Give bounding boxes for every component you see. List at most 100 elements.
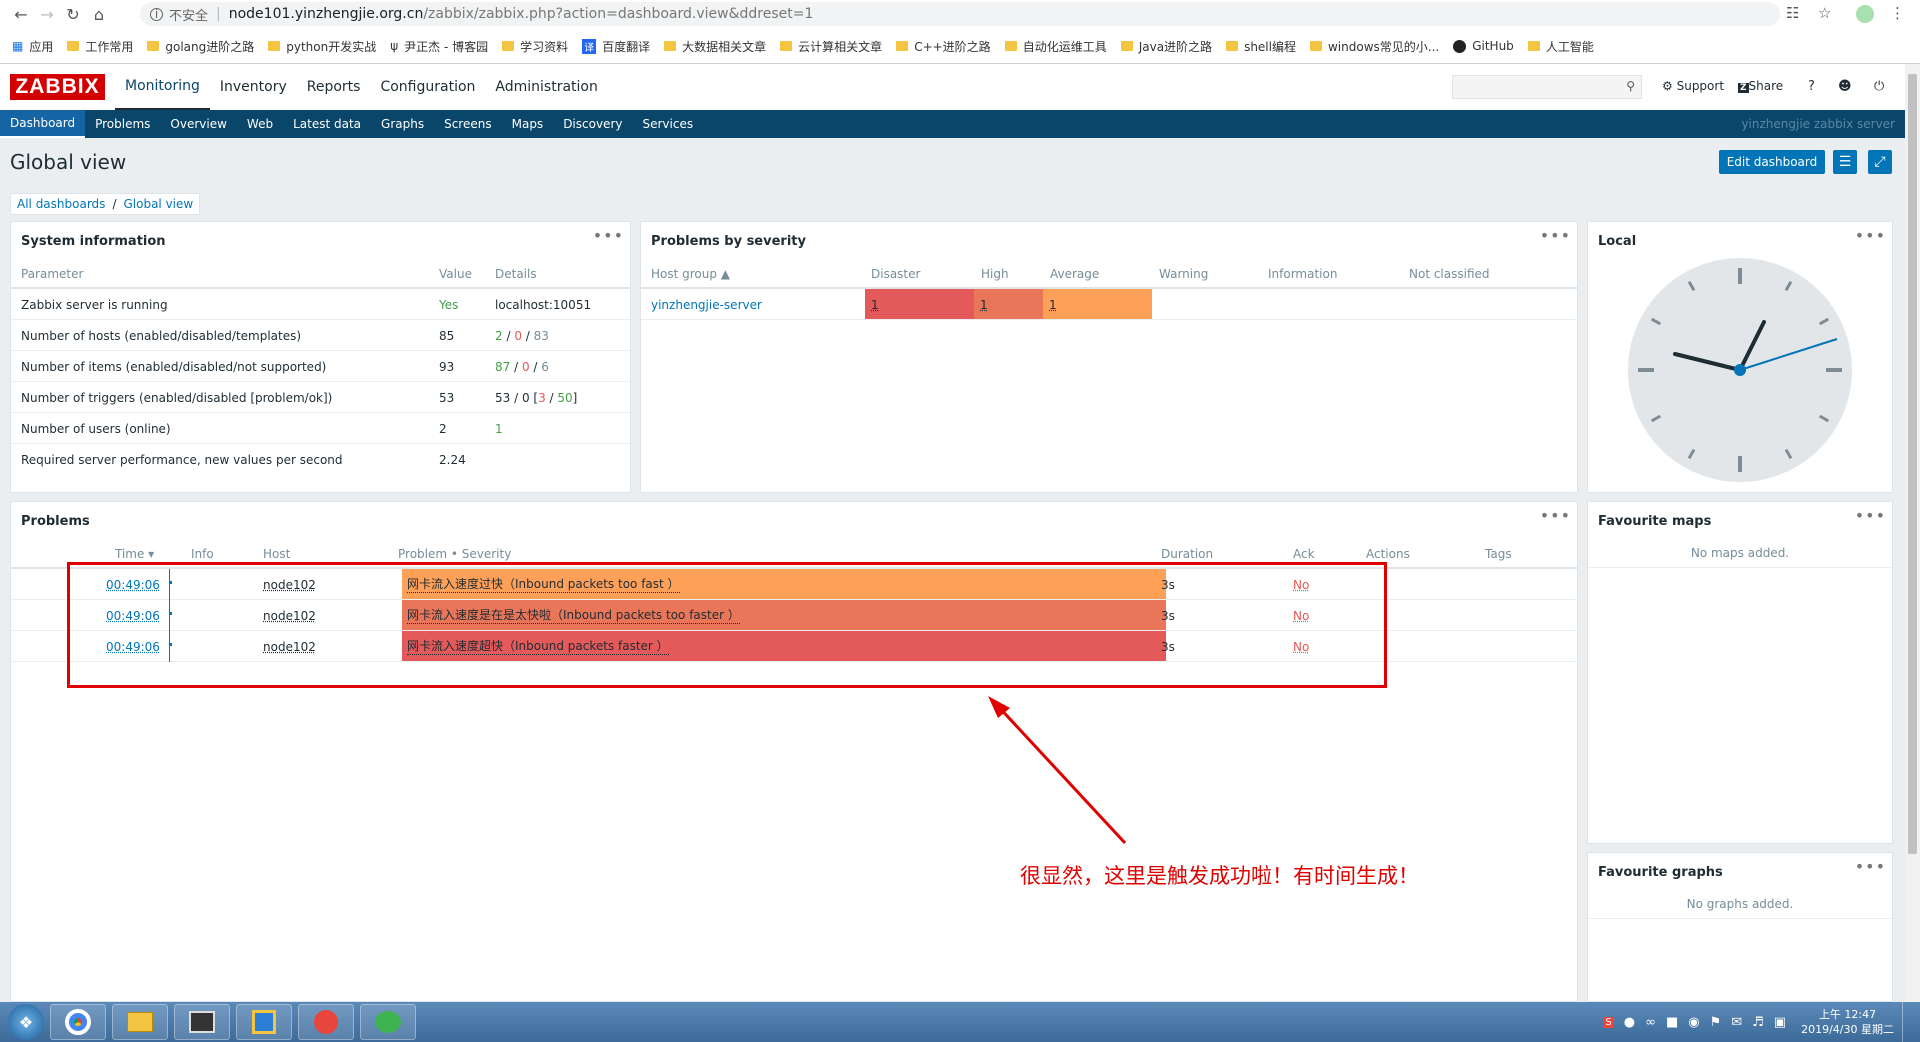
tray-app-icon[interactable]: ✉	[1731, 1015, 1742, 1030]
tab-latest-data[interactable]: Latest data	[283, 110, 371, 138]
col-host-group[interactable]: Host group ▲	[651, 267, 730, 281]
taskbar-terminal-icon[interactable]	[174, 1004, 230, 1040]
disaster-cell[interactable]: 1	[865, 289, 974, 319]
bookmark-folder[interactable]: windows常见的小...	[1309, 38, 1439, 55]
security-icon[interactable]: ■	[1666, 1015, 1678, 1030]
show-desktop-button[interactable]	[1902, 1002, 1914, 1042]
taskbar-wechat-icon[interactable]	[360, 1004, 416, 1040]
scrollbar-thumb[interactable]	[1908, 74, 1917, 854]
menu-administration[interactable]: Administration	[485, 64, 607, 110]
problem-name[interactable]: 网卡流入速度超快（Inbound packets faster ）	[407, 637, 669, 655]
url-input[interactable]: i 不安全 | node101.yinzhengjie.org.cn /zabb…	[140, 2, 1780, 26]
bookmark-folder[interactable]: Java进阶之路	[1120, 38, 1212, 55]
bookmark-apps[interactable]: ▦ 应用	[12, 38, 53, 55]
logout-icon[interactable]: ⏻	[1874, 79, 1884, 94]
menu-configuration[interactable]: Configuration	[370, 64, 485, 110]
bookmark-folder[interactable]: golang进阶之路	[147, 38, 254, 55]
wechat-tray-icon[interactable]: ●	[1624, 1015, 1635, 1030]
average-count[interactable]: 1	[1049, 298, 1057, 312]
info-icon[interactable]: i	[150, 7, 163, 21]
input-method-icon[interactable]: S	[1603, 1016, 1614, 1028]
network-icon[interactable]: ▣	[1774, 1015, 1786, 1030]
problem-name[interactable]: 网卡流入速度是在是太快啦（Inbound packets too faster …	[407, 606, 740, 624]
widget-options-icon[interactable]: •••	[593, 226, 624, 245]
profile-avatar-icon[interactable]	[1856, 5, 1874, 23]
tab-dashboard[interactable]: Dashboard	[0, 110, 86, 138]
tab-problems[interactable]: Problems	[85, 110, 160, 138]
menu-reports[interactable]: Reports	[297, 64, 371, 110]
problem-time[interactable]: 00:49:06	[106, 640, 160, 654]
disaster-count[interactable]: 1	[871, 298, 879, 312]
widget-options-icon[interactable]: •••	[1855, 857, 1886, 876]
taskbar-vm-icon[interactable]	[236, 1004, 292, 1040]
bookmark-folder[interactable]: C++进阶之路	[896, 38, 991, 55]
average-cell[interactable]: 1	[1043, 289, 1152, 319]
bookmark-folder[interactable]: 人工智能	[1527, 38, 1594, 55]
problem-host[interactable]: node102	[263, 609, 316, 623]
tab-screens[interactable]: Screens	[434, 110, 502, 138]
menu-inventory[interactable]: Inventory	[210, 64, 297, 110]
tab-maps[interactable]: Maps	[502, 110, 554, 138]
browser-menu-icon[interactable]: ⋮	[1890, 4, 1905, 22]
page-scrollbar[interactable]	[1905, 64, 1920, 1002]
problem-time[interactable]: 00:49:06	[106, 609, 160, 623]
home-icon[interactable]: ⌂	[86, 1, 112, 27]
breadcrumb-current[interactable]: Global view	[123, 197, 193, 211]
dashboard-actions-menu-icon[interactable]: ☰	[1833, 150, 1857, 174]
volume-icon[interactable]: ♬	[1752, 1015, 1764, 1030]
tab-discovery[interactable]: Discovery	[553, 110, 632, 138]
start-button-icon[interactable]: ❖	[8, 1004, 44, 1040]
help-icon[interactable]: ?	[1808, 79, 1815, 94]
widget-options-icon[interactable]: •••	[1540, 506, 1571, 525]
reload-icon[interactable]: ↻	[60, 1, 86, 27]
search-input[interactable]: ⚲	[1452, 75, 1642, 99]
high-cell[interactable]: 1	[974, 289, 1043, 319]
app-tray-icon[interactable]: ◉	[1688, 1015, 1699, 1030]
problem-name[interactable]: 网卡流入速度过快（Inbound packets too fast ）	[407, 575, 680, 593]
taskbar-swift-icon[interactable]	[298, 1004, 354, 1040]
fullscreen-icon[interactable]: ⤢	[1868, 150, 1892, 174]
bookmark-folder[interactable]: 工作常用	[67, 38, 133, 55]
widget-options-icon[interactable]: •••	[1855, 506, 1886, 525]
bookmark-star-icon[interactable]: ☆	[1818, 4, 1831, 22]
col-time[interactable]: Time ▾	[115, 547, 154, 561]
flag-icon[interactable]: ⚑	[1710, 1015, 1722, 1030]
back-icon[interactable]: ←	[8, 1, 34, 27]
tab-services[interactable]: Services	[632, 110, 703, 138]
search-icon[interactable]: ⚲	[1626, 79, 1635, 93]
bookmark-baidu-translate[interactable]: 译百度翻译	[582, 38, 650, 55]
support-link[interactable]: ⚙ Support	[1662, 79, 1724, 93]
high-count[interactable]: 1	[980, 298, 988, 312]
bookmark-github[interactable]: GitHub	[1453, 39, 1514, 53]
bookmark-folder[interactable]: 学习资料	[502, 38, 568, 55]
tab-graphs[interactable]: Graphs	[371, 110, 434, 138]
breadcrumb-all-dashboards[interactable]: All dashboards	[17, 197, 105, 211]
user-profile-icon[interactable]: ☻	[1838, 79, 1852, 94]
edit-dashboard-button[interactable]: Edit dashboard	[1719, 150, 1825, 174]
problem-ack[interactable]: No	[1293, 609, 1309, 623]
bookmark-folder[interactable]: 大数据相关文章	[664, 38, 766, 55]
problem-ack[interactable]: No	[1293, 640, 1309, 654]
widget-options-icon[interactable]: •••	[1855, 226, 1886, 245]
host-group-link[interactable]: yinzhengjie-server	[651, 298, 762, 312]
bookmark-folder[interactable]: shell编程	[1226, 38, 1296, 55]
bookmark-blog[interactable]: ψ 尹正杰 - 博客园	[390, 38, 488, 55]
taskbar-clock[interactable]: 上午 12:47 2019/4/30 星期二	[1801, 1007, 1894, 1037]
problem-severity-cell[interactable]: 网卡流入速度过快（Inbound packets too fast ）	[402, 569, 1166, 599]
menu-monitoring[interactable]: Monitoring	[115, 64, 210, 110]
network-sync-icon[interactable]: ∞	[1645, 1015, 1656, 1030]
zabbix-logo[interactable]: ZABBIX	[10, 74, 105, 100]
bookmark-folder[interactable]: python开发实战	[268, 38, 376, 55]
taskbar-chrome-icon[interactable]	[50, 1004, 106, 1040]
problem-time[interactable]: 00:49:06	[106, 578, 160, 592]
tab-overview[interactable]: Overview	[160, 110, 237, 138]
share-link[interactable]: Z Share	[1738, 79, 1783, 93]
problem-host[interactable]: node102	[263, 640, 316, 654]
forward-icon[interactable]: →	[34, 1, 60, 27]
translate-icon[interactable]: ☷	[1786, 4, 1799, 22]
problem-host[interactable]: node102	[263, 578, 316, 592]
bookmark-folder[interactable]: 自动化运维工具	[1004, 38, 1107, 55]
problem-severity-cell[interactable]: 网卡流入速度是在是太快啦（Inbound packets too faster …	[402, 600, 1166, 630]
problem-ack[interactable]: No	[1293, 578, 1309, 592]
widget-options-icon[interactable]: •••	[1540, 226, 1571, 245]
